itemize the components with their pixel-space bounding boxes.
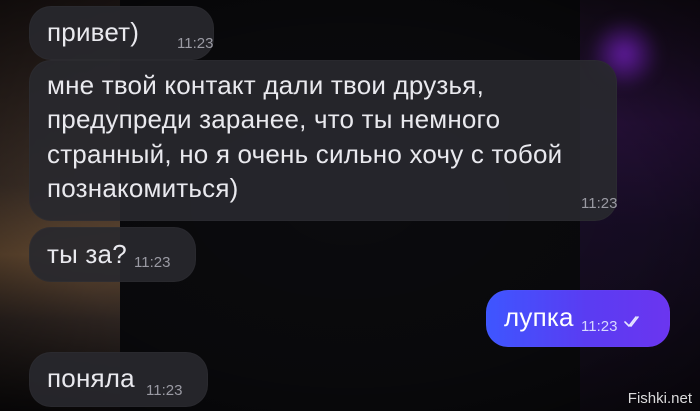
incoming-message[interactable]: ты за? 11:23 <box>29 227 196 282</box>
message-time: 11:23 <box>177 35 214 52</box>
message-text: ты за? <box>47 239 127 269</box>
message-text: поняла <box>47 363 135 393</box>
read-double-check-icon <box>624 316 639 327</box>
message-time: 11:23 <box>581 318 618 335</box>
incoming-message[interactable]: поняла 11:23 <box>29 352 208 407</box>
message-time: 11:23 <box>134 254 171 271</box>
incoming-message[interactable]: привет) 11:23 <box>29 6 214 60</box>
message-time: 11:23 <box>581 195 618 212</box>
message-text: лупка <box>504 302 574 332</box>
message-time: 11:23 <box>146 382 183 399</box>
watermark: Fishki.net <box>627 390 692 407</box>
message-text: привет) <box>47 17 140 47</box>
outgoing-message[interactable]: лупка 11:23 <box>486 290 670 347</box>
incoming-message[interactable]: мне твой контакт дали твои друзья, преду… <box>29 60 617 221</box>
message-text: мне твой контакт дали твои друзья, преду… <box>47 70 563 203</box>
